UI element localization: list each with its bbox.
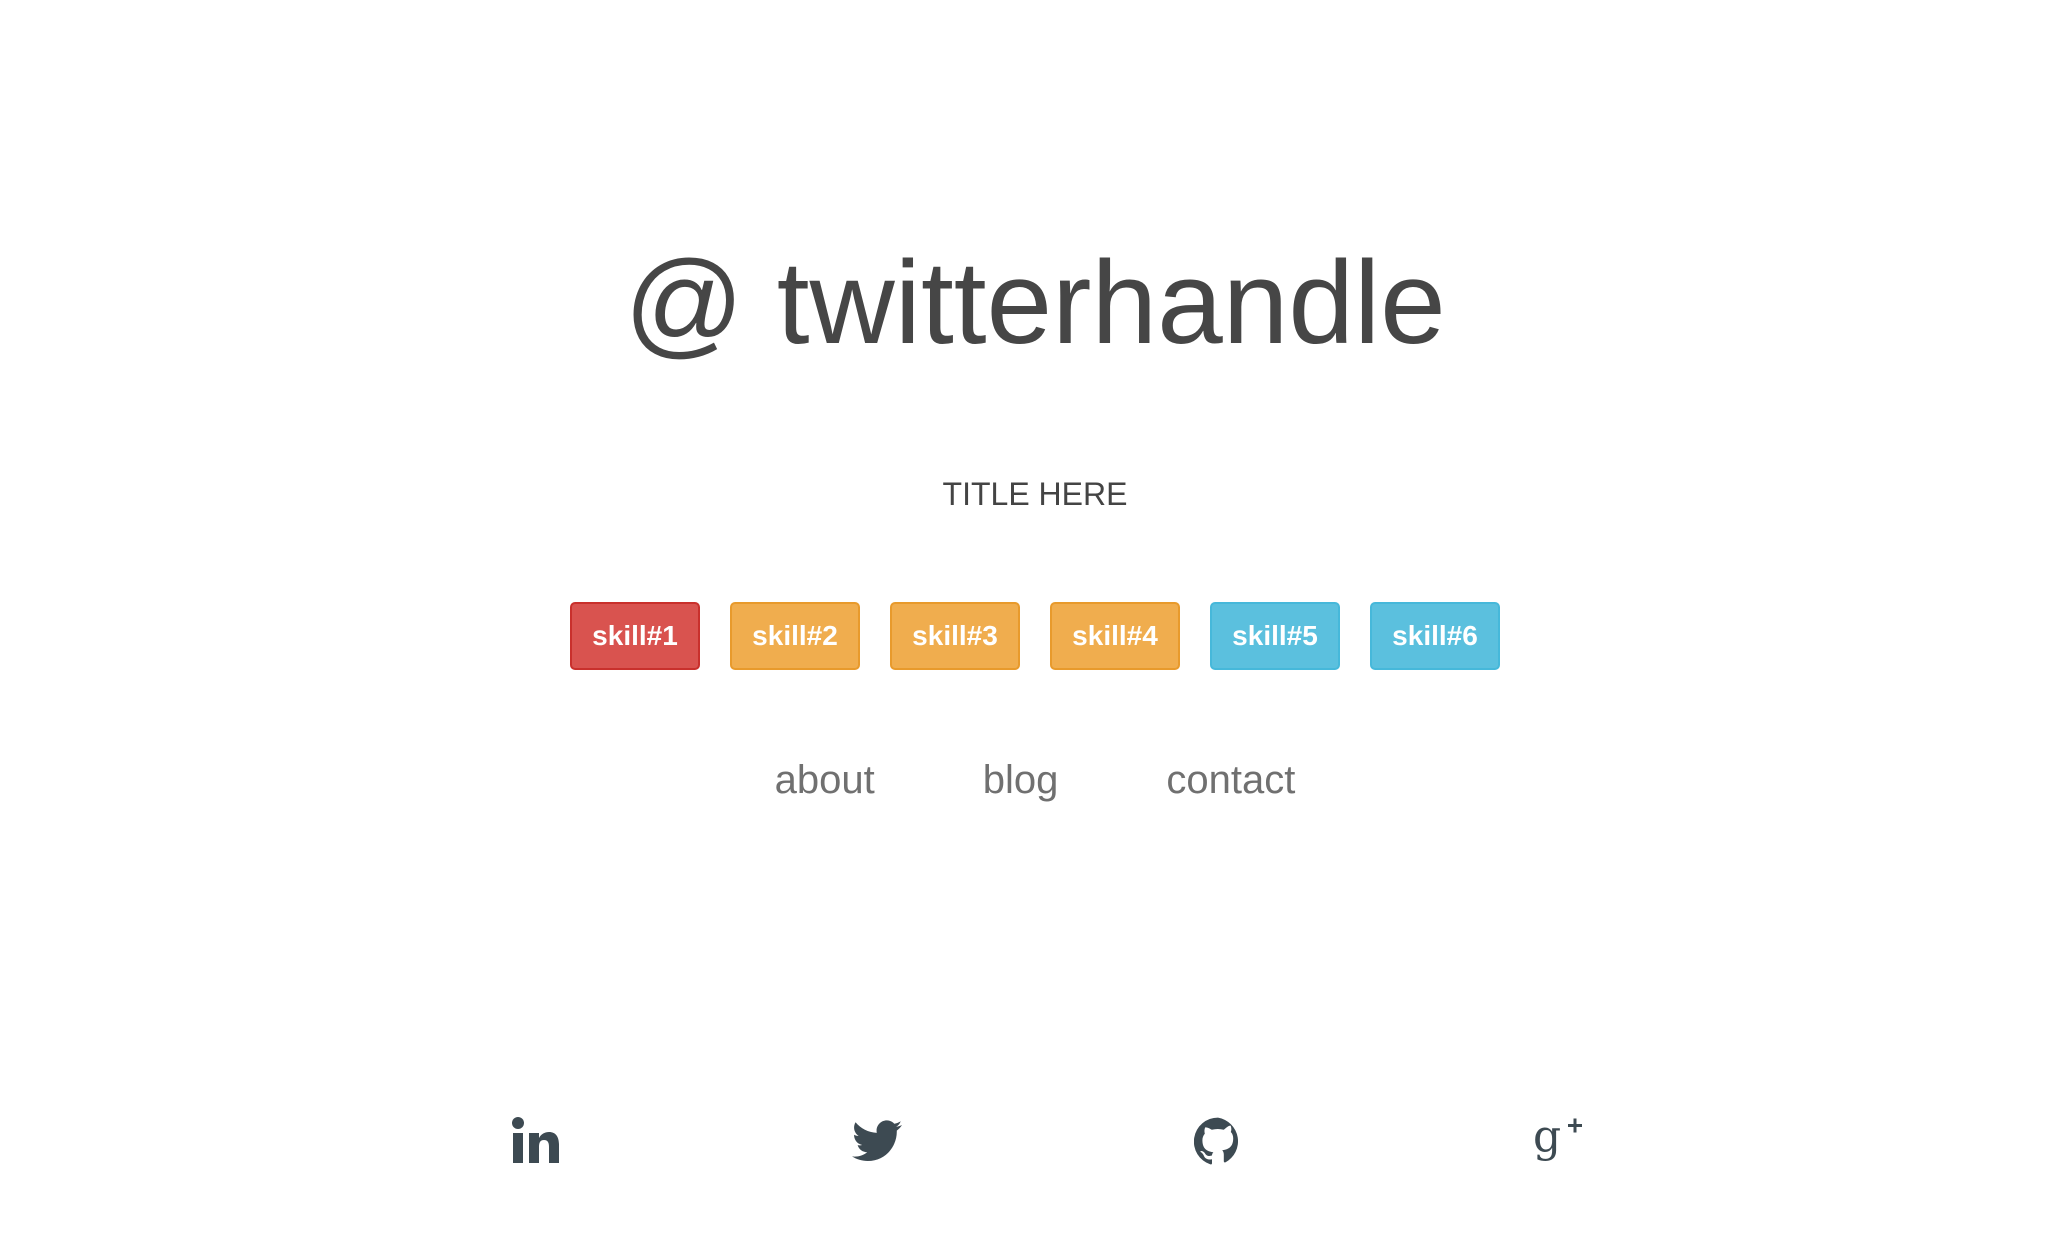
svg-text:g: g [1533,1115,1561,1162]
github-icon[interactable] [1183,1106,1253,1176]
nav-link-blog[interactable]: blog [983,754,1059,806]
twitter-icon[interactable] [842,1106,912,1176]
skills-list: skill#1 skill#2 skill#3 skill#4 skill#5 … [0,602,2070,670]
skill-badge-2[interactable]: skill#2 [730,602,860,670]
skill-badge-5[interactable]: skill#5 [1210,602,1340,670]
job-title: TITLE HERE [942,476,1128,512]
skill-badge-1[interactable]: skill#1 [570,602,700,670]
nav-link-about[interactable]: about [775,754,875,806]
page-title: @ twitterhandle [624,237,1446,369]
linkedin-icon[interactable] [501,1106,571,1176]
skill-badge-6[interactable]: skill#6 [1370,602,1500,670]
skill-badge-3[interactable]: skill#3 [890,602,1020,670]
nav-link-contact[interactable]: contact [1166,754,1295,806]
google-plus-icon[interactable]: g [1524,1106,1594,1176]
main-nav: about blog contact [0,754,2070,806]
skill-badge-4[interactable]: skill#4 [1050,602,1180,670]
